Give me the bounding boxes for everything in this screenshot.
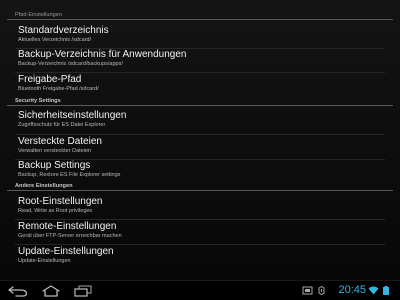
wifi-icon <box>368 286 379 295</box>
setting-standardverzeichnis[interactable]: Standardverzeichnis Aktuelles Verzeichni… <box>0 25 400 49</box>
home-icon[interactable] <box>40 285 62 297</box>
setting-update-einstellungen[interactable]: Update-Einstellungen Update-Einstellunge… <box>0 246 400 270</box>
system-bar: 20:45 <box>0 280 400 300</box>
screenshot-icon <box>302 286 313 295</box>
settings-list: Pfad-Einstellungen Standardverzeichnis A… <box>0 0 400 280</box>
divider <box>15 219 385 220</box>
setting-title: Versteckte Dateien <box>18 136 102 147</box>
setting-title: Sicherheitseinstellungen <box>18 110 127 121</box>
setting-title: Update-Einstellungen <box>18 246 114 257</box>
setting-versteckte-dateien[interactable]: Versteckte Dateien Verwalten versteckter… <box>0 136 400 160</box>
setting-summary: Bluetooth Freigabe-Pfad /sdcard/ <box>18 86 99 92</box>
setting-title: Remote-Einstellungen <box>18 221 117 232</box>
divider <box>15 72 385 73</box>
setting-summary: Read, Write as Root privileges <box>18 208 93 214</box>
setting-title: Root-Einstellungen <box>18 196 103 207</box>
setting-summary: Update-Einstellungen <box>18 258 71 264</box>
setting-title: Backup-Verzeichnis für Anwendungen <box>18 49 187 60</box>
back-icon[interactable] <box>7 285 29 297</box>
clock: 20:45 <box>338 284 366 296</box>
setting-title: Freigabe-Pfad <box>18 74 82 85</box>
setting-freigabe-pfad[interactable]: Freigabe-Pfad Bluetooth Freigabe-Pfad /s… <box>0 74 400 98</box>
usb-debug-icon <box>318 286 325 295</box>
setting-summary: Zugriffsschutz für ES Datei Explorer <box>18 122 106 128</box>
divider <box>15 134 385 135</box>
setting-title: Backup Settings <box>18 160 91 171</box>
battery-icon <box>383 286 389 295</box>
setting-summary: Backup-Verzeichnis /sdcard/backups/apps/ <box>18 61 123 67</box>
section-header-andere: Andere Einstellungen <box>7 182 393 191</box>
setting-root-einstellungen[interactable]: Root-Einstellungen Read, Write as Root p… <box>0 196 400 220</box>
setting-summary: Aktuelles Verzeichnis /sdcard/ <box>18 37 92 43</box>
setting-backup-verzeichnis[interactable]: Backup-Verzeichnis für Anwendungen Backu… <box>0 49 400 73</box>
recent-apps-icon[interactable] <box>72 285 94 297</box>
setting-summary: Verwalten versteckter Dateien <box>18 148 92 154</box>
section-header-pfad: Pfad-Einstellungen <box>7 11 393 20</box>
setting-summary: Gerät über FTP-Server erreichbar machen <box>18 233 122 239</box>
setting-sicherheitseinstellungen[interactable]: Sicherheitseinstellungen Zugriffsschutz … <box>0 110 400 134</box>
setting-title: Standardverzeichnis <box>18 25 109 36</box>
setting-remote-einstellungen[interactable]: Remote-Einstellungen Gerät über FTP-Serv… <box>0 221 400 245</box>
divider <box>15 244 385 245</box>
setting-summary: Backup, Restore ES File Explorer setting… <box>18 172 121 178</box>
section-header-security: Security Settings <box>7 97 393 106</box>
settings-screen: Pfad-Einstellungen Standardverzeichnis A… <box>0 0 400 300</box>
setting-backup-settings[interactable]: Backup Settings Backup, Restore ES File … <box>0 160 400 184</box>
